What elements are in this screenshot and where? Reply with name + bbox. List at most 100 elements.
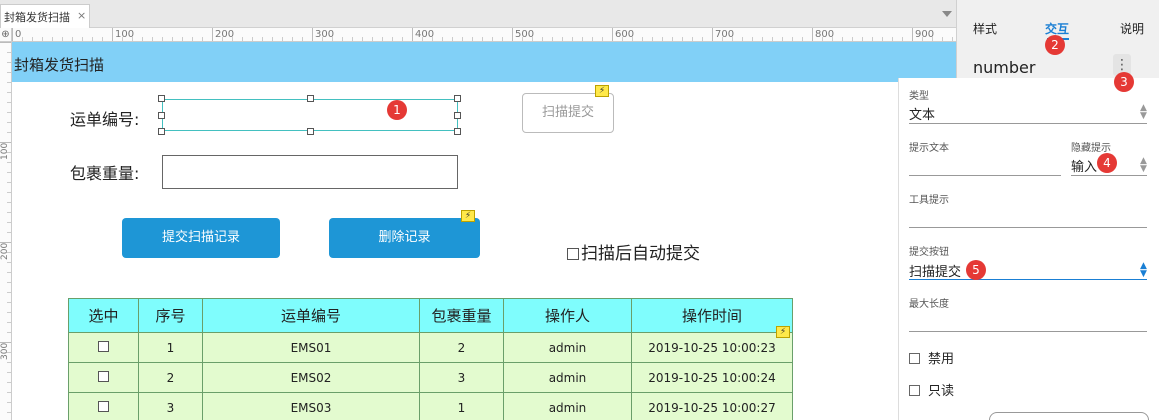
vertical-ruler: 100 200 300 [0,42,12,420]
ruler-label: 300 [0,342,10,360]
type-select[interactable]: 文本 [909,104,935,123]
tab-notes[interactable]: 说明 [1120,20,1144,37]
submit-scan-records-button[interactable]: 提交扫描记录 [122,218,280,258]
ruler-tick [312,28,313,41]
package-weight-input[interactable] [162,155,458,189]
table-cell: EMS01 [202,332,420,363]
ruler-label: 700 [715,29,735,40]
tab-style[interactable]: 样式 [973,20,997,37]
ruler-tick [212,28,213,41]
waybill-number-input[interactable] [162,99,458,131]
divider [909,123,1147,124]
checkbox-icon[interactable] [98,370,109,382]
resize-handle[interactable] [454,112,461,119]
submit-button-label: 提交按钮 [909,247,949,258]
hint-text-label: 提示文本 [909,143,949,154]
table-row: 1 EMS01 2 admin 2019-10-25 10:00:23 [68,332,793,363]
ruler-label: 300 [315,29,335,40]
app-root: 封箱发货扫描 × ⊕ 0 100 200 300 400 500 600 700 800 900 … [0,0,1159,420]
row-select-cell[interactable] [68,392,139,420]
ruler-label: 400 [415,29,435,40]
checkbox-icon[interactable] [567,248,579,260]
interaction-properties-panel: 类型 文本 ▲ ▼ 提示文本 隐藏提示 输入 ▲ ▼ 工具提示 提交按钮 扫描提交 … [898,78,1159,420]
delete-records-button[interactable]: 删除记录 [329,218,480,258]
column-header-operator[interactable]: 操作人 [503,298,632,333]
ruler-label: 0 [15,29,22,40]
table-cell: admin [503,392,632,420]
resize-handle[interactable] [158,95,165,102]
widget-name[interactable]: number [973,58,1035,77]
ruler-tick [112,28,113,41]
ruler-tick [612,28,613,41]
resize-handle[interactable] [158,128,165,135]
resize-handle[interactable] [454,128,461,135]
type-label: 类型 [909,91,929,102]
document-tab[interactable]: 封箱发货扫描 × [0,4,90,28]
column-header-index[interactable]: 序号 [138,298,203,333]
hint-text-input[interactable] [909,175,1061,176]
column-header-time[interactable]: 操作时间 [631,298,793,333]
resize-handle[interactable] [307,128,314,135]
resize-handle[interactable] [307,95,314,102]
document-tab-bar: 封箱发货扫描 × [0,0,956,28]
auto-submit-checkbox[interactable]: 扫描后自动提交 [567,239,700,264]
resize-handle[interactable] [454,95,461,102]
column-header-selected[interactable]: 选中 [68,298,139,333]
tooltip-input[interactable] [909,227,1147,228]
ruler-origin-icon[interactable]: ⊕ [0,28,12,42]
submit-button-select[interactable]: 扫描提交 [909,261,961,280]
ruler-label: 800 [815,29,835,40]
disabled-label: 禁用 [928,352,955,367]
divider [1071,175,1147,176]
divider [909,279,1147,280]
row-select-cell[interactable] [68,332,139,363]
select-arrows-icon[interactable]: ▲ ▼ [1140,157,1147,174]
design-canvas[interactable]: 封箱发货扫描 运单编号: 1 扫描提交 ⚡ 包裹重量: 提交扫描记录 删除记录 … [12,42,956,420]
scan-submit-button[interactable]: 扫描提交 [522,93,614,133]
readonly-checkbox[interactable]: 只读 [909,380,954,399]
horizontal-ruler: 0 100 200 300 400 500 600 700 800 900 [0,28,956,42]
checkbox-icon[interactable] [98,340,109,352]
max-length-input[interactable] [909,331,1147,332]
tooltip-label: 工具提示 [909,195,949,206]
page-title: 封箱发货扫描 [14,56,105,74]
tab-list-dropdown-icon[interactable] [942,11,952,17]
ruler-label: 200 [0,242,10,260]
auto-submit-label: 扫描后自动提交 [581,244,700,264]
ruler-tick [712,28,713,41]
ruler-label: 200 [215,29,235,40]
table-cell: admin [503,362,632,393]
max-length-label: 最大长度 [909,299,949,310]
table-cell: EMS03 [202,392,420,420]
select-arrows-icon[interactable]: ▲ ▼ [1140,104,1147,121]
resize-handle[interactable] [158,112,165,119]
close-icon[interactable]: × [77,9,86,22]
table-row: 3 EMS03 1 admin 2019-10-25 10:00:27 [68,392,793,420]
ruler-tick [412,28,413,41]
checkbox-icon[interactable] [98,400,109,412]
hide-hint-select[interactable]: 输入 [1071,156,1097,175]
checkbox-icon[interactable] [909,385,920,396]
page-header-bar: 封箱发货扫描 [12,42,956,82]
table-cell: 2 [138,362,203,393]
checkbox-icon[interactable] [909,353,920,364]
hide-hint-label: 隐藏提示 [1071,143,1111,154]
ruler-label: 600 [615,29,635,40]
row-select-cell[interactable] [68,362,139,393]
annotation-badge-5: 5 [966,260,986,280]
ruler-label: 100 [0,142,10,160]
disabled-checkbox[interactable]: 禁用 [909,348,954,367]
annotation-badge-2: 2 [1045,35,1065,55]
package-weight-label: 包裹重量: [70,164,140,183]
table-cell: 3 [419,362,504,393]
select-arrows-icon[interactable]: ▲ ▼ [1140,262,1147,279]
annotation-badge-1: 1 [387,100,407,120]
ruler-label: 900 [915,29,935,40]
table-cell: 3 [138,392,203,420]
annotation-badge-3: 3 [1114,72,1134,92]
column-header-weight[interactable]: 包裹重量 [419,298,504,333]
interaction-bolt-icon: ⚡ [461,210,475,222]
add-interaction-button[interactable] [989,412,1149,420]
ruler-tick [0,42,11,43]
column-header-waybill[interactable]: 运单编号 [202,298,420,333]
